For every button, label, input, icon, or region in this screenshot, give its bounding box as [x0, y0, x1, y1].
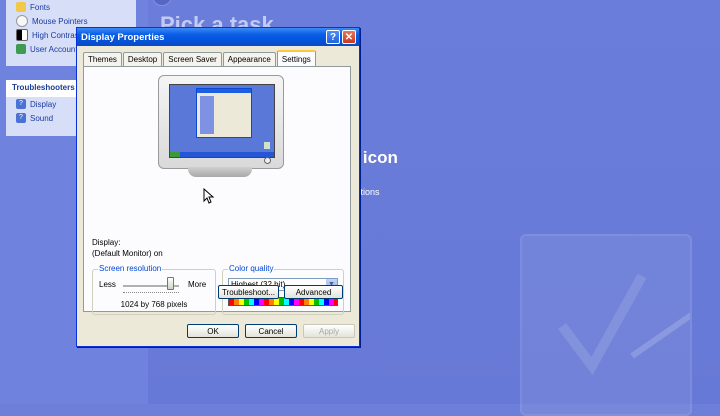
sidebar-item-label: User Accounts [30, 44, 82, 54]
sidebar-item-mouse-pointers[interactable]: Mouse Pointers [6, 14, 136, 28]
sidebar-item-label: Display [30, 99, 57, 109]
resolution-value: 1024 by 768 pixels [120, 300, 188, 309]
troubleshoot-button[interactable]: Troubleshoot... [218, 285, 279, 299]
sidebar-item-label: Fonts [30, 2, 51, 12]
settings-tab-panel: Display: (Default Monitor) on Screen res… [83, 66, 351, 315]
help-icon: ? [16, 113, 26, 123]
preview-window [196, 88, 252, 138]
display-value: (Default Monitor) on [92, 249, 163, 258]
tab-themes[interactable]: Themes [83, 52, 122, 66]
preview-taskbar [170, 152, 274, 157]
sidebar-item-label: High Contrast [32, 30, 81, 40]
resolution-slider-ticks [123, 292, 179, 295]
monitor-stand [188, 167, 252, 177]
dialog-title: Display Properties [81, 31, 165, 43]
power-led-icon [264, 157, 271, 164]
dialog-titlebar[interactable]: Display Properties ? ✕ [77, 28, 359, 46]
color-quality-title: Color quality [228, 264, 275, 273]
resolution-slider-thumb[interactable] [167, 277, 174, 290]
cancel-button[interactable]: Cancel [245, 324, 297, 338]
screen-resolution-title: Screen resolution [98, 264, 163, 273]
users-icon [16, 44, 26, 54]
display-label: Display: [92, 238, 121, 247]
help-button[interactable]: ? [326, 30, 340, 44]
tab-screen-saver[interactable]: Screen Saver [163, 52, 222, 66]
mouse-cursor-icon [203, 188, 215, 204]
help-icon: ? [16, 99, 26, 109]
more-label: More [188, 280, 207, 289]
sidebar-item-label: Sound [30, 113, 54, 123]
screen-resolution-group: Screen resolution Less More 1024 by 768 … [92, 264, 216, 315]
display-properties-dialog: Display Properties ? ✕ Themes Desktop Sc… [76, 27, 360, 347]
advanced-button[interactable]: Advanced [284, 285, 343, 299]
monitor-preview [158, 75, 284, 169]
close-button[interactable]: ✕ [342, 30, 356, 44]
appearance-watermark-icon [520, 234, 692, 416]
preview-start-button [170, 152, 180, 157]
tab-strip: Themes Desktop Screen Saver Appearance S… [83, 50, 317, 67]
ok-button[interactable]: OK [187, 324, 239, 338]
recycle-bin-icon [264, 142, 270, 149]
contrast-icon [16, 29, 28, 41]
mouse-icon [16, 15, 28, 27]
tab-settings[interactable]: Settings [276, 50, 316, 67]
sidebar-item-label: Mouse Pointers [32, 16, 88, 26]
tab-appearance[interactable]: Appearance [222, 52, 276, 66]
tab-desktop[interactable]: Desktop [122, 52, 163, 66]
folder-icon [16, 2, 26, 12]
monitor-screen [169, 84, 275, 158]
apply-button[interactable]: Apply [303, 324, 355, 338]
sidebar-item-fonts[interactable]: Fonts [6, 0, 136, 14]
less-label: Less [99, 280, 116, 289]
